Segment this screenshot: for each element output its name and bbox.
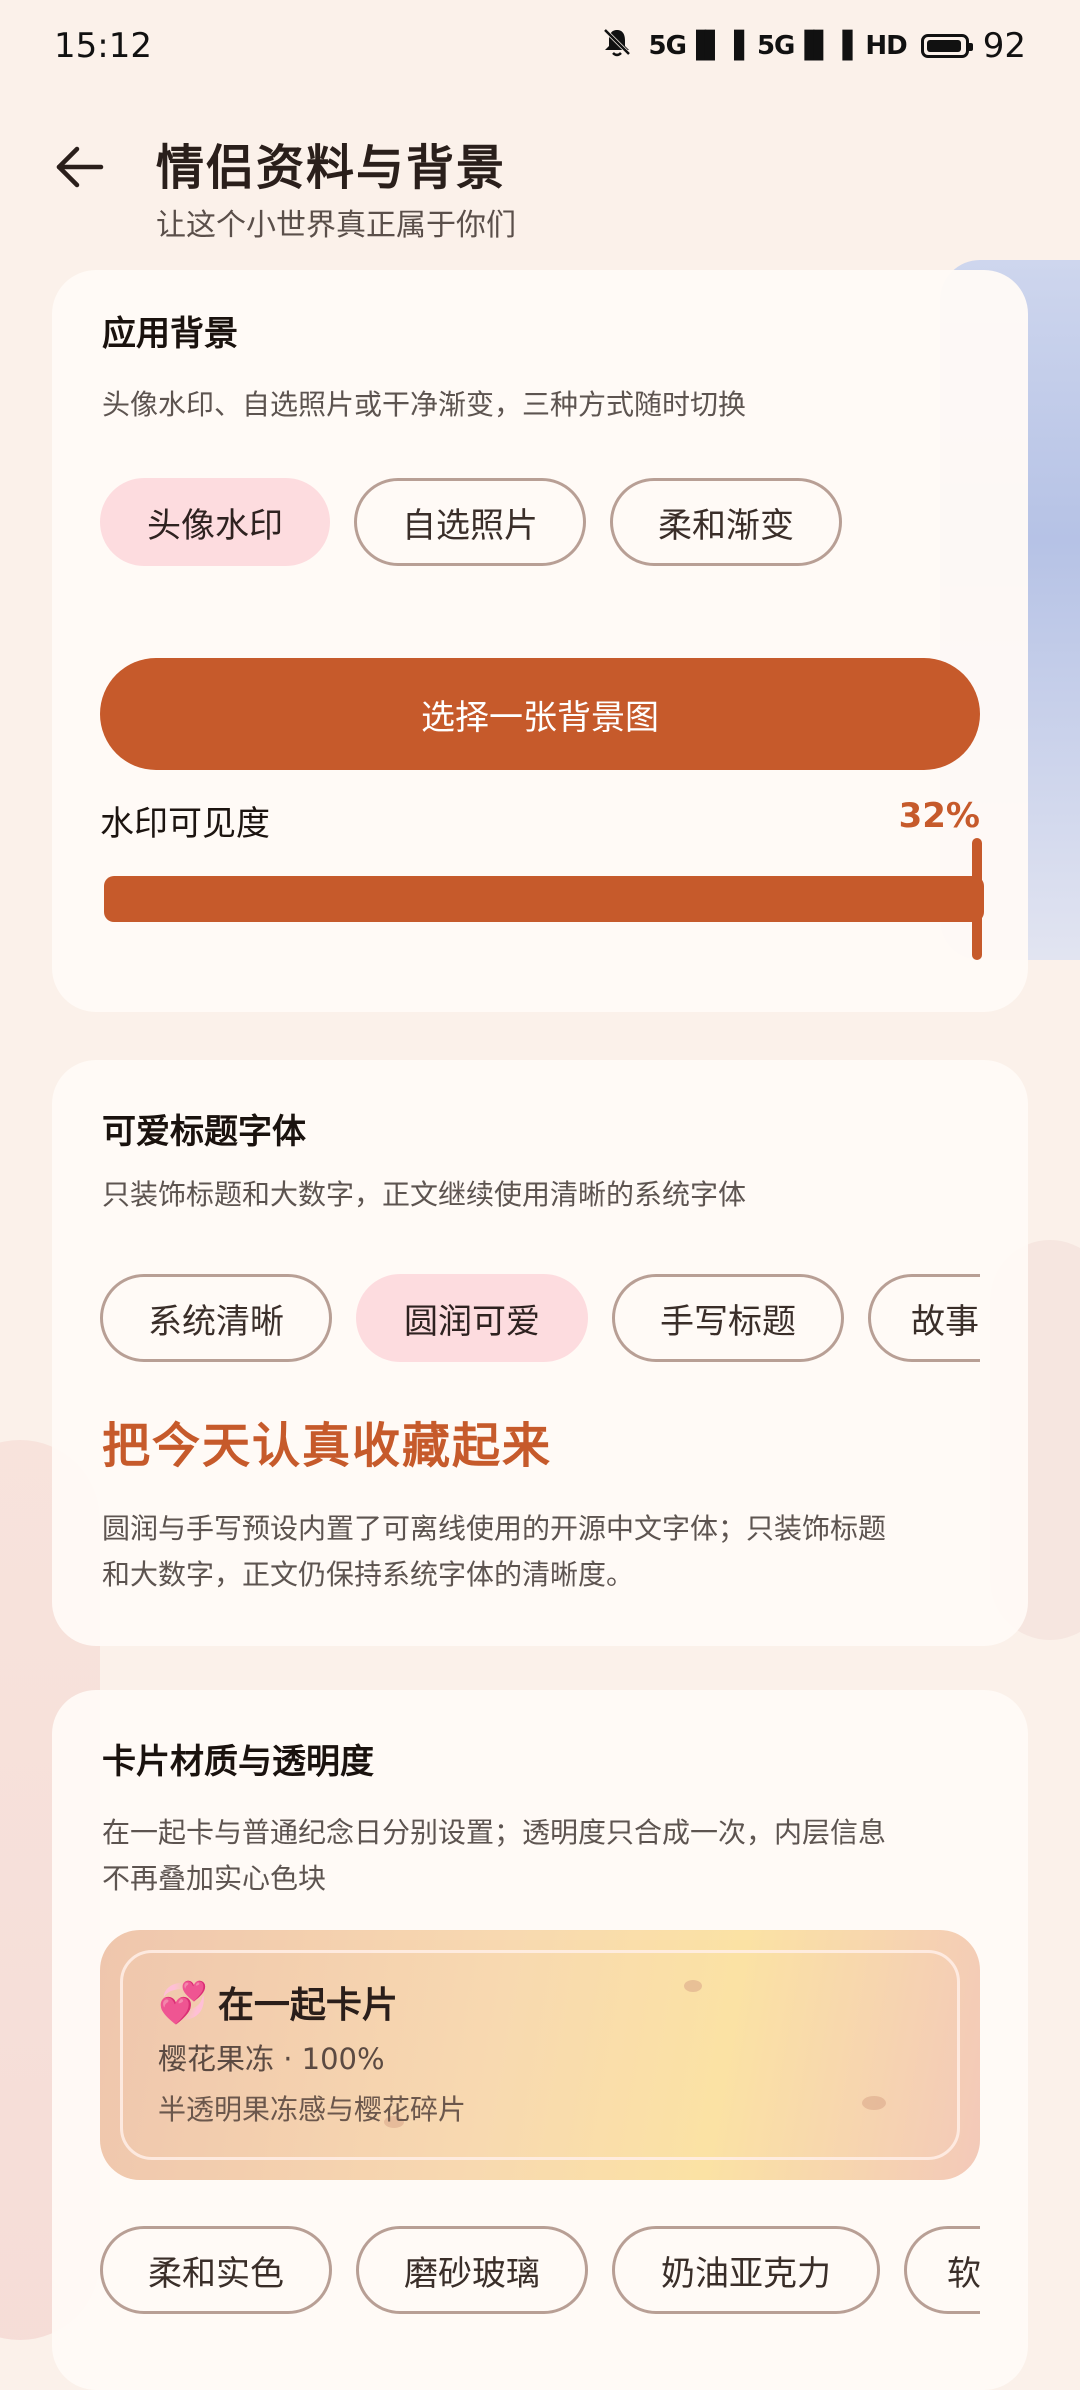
- slider-thumb[interactable]: [972, 838, 982, 960]
- card-description: 在一起卡与普通纪念日分别设置；透明度只合成一次，内层信息: [102, 1816, 887, 1849]
- chip-cream-acrylic[interactable]: 奶油亚克力: [612, 2226, 880, 2314]
- signal-icon: 5G▐▌▐: [648, 31, 744, 61]
- battery-level: 92: [982, 26, 1026, 66]
- font-sample-text-line: 圆润与手写预设内置了可离线使用的开源中文字体；只装饰标题: [102, 1512, 887, 1545]
- chip-soft-solid[interactable]: 柔和实色: [100, 2226, 332, 2314]
- background-settings-card: 应用背景 头像水印、自选照片或干净渐变，三种方式随时切换 头像水印 自选照片 柔…: [52, 270, 1028, 1012]
- chip-soft-gradient[interactable]: 柔和渐变: [610, 478, 842, 566]
- page-subtitle: 让这个小世界真正属于你们: [156, 208, 516, 243]
- title-font-card: 可爱标题字体 只装饰标题和大数字，正文继续使用清晰的系统字体 系统清晰 圆润可爱…: [52, 1060, 1028, 1646]
- opacity-label: 水印可见度: [100, 804, 270, 844]
- together-card-preview[interactable]: 💞 在一起卡片 樱花果冻 · 100% 半透明果冻感与樱花碎片: [100, 1930, 980, 2180]
- card-material-card: 卡片材质与透明度 在一起卡与普通纪念日分别设置；透明度只合成一次，内层信息 不再…: [52, 1690, 1028, 2390]
- status-time: 15:12: [54, 26, 152, 66]
- chip-handwritten[interactable]: 手写标题: [612, 1274, 844, 1362]
- chip-rounded-cute[interactable]: 圆润可爱: [356, 1274, 588, 1362]
- header: 情侣资料与背景 让这个小世界真正属于你们: [0, 92, 1080, 243]
- card-description: 不再叠加实心色块: [102, 1862, 327, 1895]
- choose-background-button[interactable]: 选择一张背景图: [100, 658, 980, 770]
- chip-soft[interactable]: 软: [904, 2226, 980, 2314]
- card-description: 头像水印、自选照片或干净渐变，三种方式随时切换: [102, 388, 747, 421]
- chip-system-clear[interactable]: 系统清晰: [100, 1274, 332, 1362]
- background-mode-chips: 头像水印 自选照片 柔和渐变: [100, 478, 842, 566]
- font-sample-heading: 把今天认真收藏起来: [102, 1418, 553, 1474]
- material-chips: 柔和实色 磨砂玻璃 奶油亚克力 软: [100, 2226, 980, 2318]
- mute-icon: [599, 26, 635, 66]
- preview-material-meta: 樱花果冻 · 100%: [158, 2042, 385, 2076]
- status-icons: 5G▐▌▐ 5G▐▌▐ HD 92: [599, 26, 1026, 66]
- page-title: 情侣资料与背景: [156, 140, 507, 196]
- opacity-slider[interactable]: [104, 838, 984, 960]
- signal-icon: 5G▐▌▐: [756, 31, 852, 61]
- opacity-value: 32%: [898, 796, 980, 836]
- hd-icon: HD: [865, 31, 907, 61]
- preview-title: 💞 在一起卡片: [158, 1976, 398, 2028]
- font-sample-text-line: 和大数字，正文仍保持系统字体的清晰度。: [102, 1558, 635, 1591]
- preview-material-desc: 半透明果冻感与樱花碎片: [158, 2093, 467, 2126]
- chip-custom-photo[interactable]: 自选照片: [354, 478, 586, 566]
- petal-decoration: [684, 1980, 702, 1992]
- card-title: 可爱标题字体: [102, 1112, 306, 1152]
- signal-label: 5G: [756, 31, 795, 61]
- font-chips: 系统清晰 圆润可爱 手写标题 故事: [100, 1274, 980, 1366]
- battery-icon: [920, 34, 973, 58]
- petal-decoration: [862, 2096, 886, 2110]
- card-description: 只装饰标题和大数字，正文继续使用清晰的系统字体: [102, 1178, 747, 1211]
- chip-frosted-glass[interactable]: 磨砂玻璃: [356, 2226, 588, 2314]
- signal-label: 5G: [648, 31, 687, 61]
- chip-avatar-watermark[interactable]: 头像水印: [100, 478, 330, 566]
- chip-story[interactable]: 故事: [868, 1274, 980, 1362]
- heart-icon: 💞: [158, 1979, 208, 2026]
- arrow-left-icon: [56, 146, 104, 188]
- card-title: 应用背景: [102, 314, 238, 354]
- slider-fill: [104, 876, 984, 922]
- preview-title-text: 在一起卡片: [217, 1985, 398, 2026]
- status-bar: 15:12 5G▐▌▐ 5G▐▌▐ HD 92: [0, 0, 1080, 92]
- card-title: 卡片材质与透明度: [102, 1742, 374, 1782]
- back-button[interactable]: [44, 132, 114, 202]
